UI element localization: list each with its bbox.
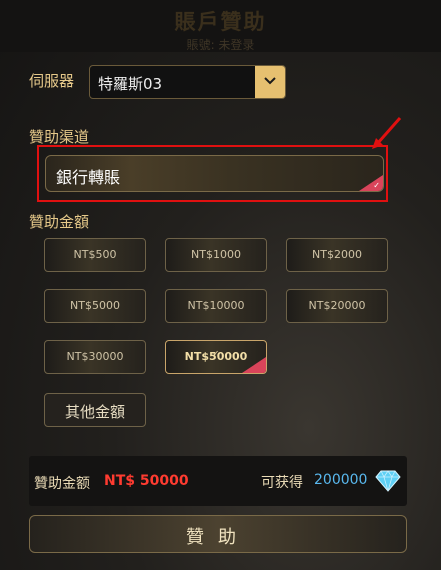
server-label: 伺服器 (29, 72, 75, 90)
check-icon: ✓ (212, 349, 220, 358)
other-amount-button[interactable]: 其他金額 (44, 393, 146, 427)
channel-label: 贊助渠道 (29, 128, 90, 146)
amount-option-label: NT$500 (73, 248, 117, 261)
amount-option-label: NT$5000 (70, 299, 120, 312)
header: 賬戶贊助 賬號: 未登录 (0, 0, 441, 52)
diamond-icon (375, 470, 401, 492)
amount-option-selected[interactable]: NT$50000 ✓ (165, 340, 267, 374)
amount-option[interactable]: NT$5000 (44, 289, 146, 323)
amount-option-label: NT$20000 (308, 299, 366, 312)
summary-amount-label: 贊助金额 (34, 476, 90, 492)
donate-button[interactable]: 贊助 (29, 515, 407, 553)
channel-option-bank-transfer[interactable]: 銀行轉賬 ✓ (45, 155, 384, 192)
check-icon: ✓ (373, 181, 380, 190)
donate-button-label: 贊助 (186, 527, 250, 548)
summary-bar: 贊助金额 NT$ 50000 可获得 200000 (29, 456, 407, 506)
chevron-down-icon (264, 77, 276, 85)
highlight-box: 銀行轉賬 ✓ (37, 145, 388, 202)
page-title: 賬戶贊助 (174, 10, 267, 34)
amount-label: 贊助金額 (29, 213, 90, 231)
summary-gain-value: 200000 (314, 472, 368, 488)
amount-option[interactable]: NT$2000 (286, 238, 388, 272)
server-select-value: 特羅斯03 (98, 75, 163, 93)
amount-option[interactable]: NT$30000 (44, 340, 146, 374)
summary-amount-value: NT$ 50000 (104, 473, 189, 489)
amount-option[interactable]: NT$1000 (165, 238, 267, 272)
amount-option[interactable]: NT$10000 (165, 289, 267, 323)
amount-option-label: NT$30000 (66, 350, 124, 363)
amount-option-label: NT$2000 (312, 248, 362, 261)
summary-gain-label: 可获得 (261, 475, 303, 491)
other-amount-label: 其他金額 (64, 403, 125, 421)
channel-option-label: 銀行轉賬 (56, 168, 121, 187)
server-select[interactable]: 特羅斯03 (89, 65, 286, 99)
account-status: 賬號: 未登录 (186, 38, 255, 52)
amount-option[interactable]: NT$500 (44, 238, 146, 272)
amount-option-label: NT$1000 (191, 248, 241, 261)
amount-option-label: NT$10000 (187, 299, 245, 312)
dropdown-button[interactable] (255, 66, 285, 98)
amount-option[interactable]: NT$20000 (286, 289, 388, 323)
